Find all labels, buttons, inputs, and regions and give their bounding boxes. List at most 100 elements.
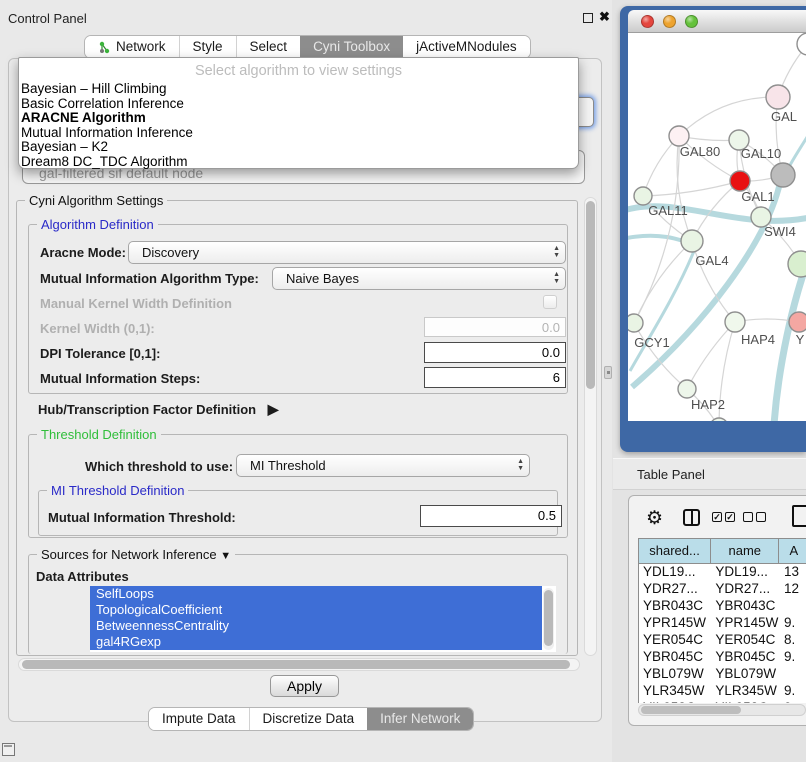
attribute-list-item[interactable]: SelfLoops: [90, 586, 542, 602]
attribute-list-item[interactable]: TopologicalCoefficient: [90, 602, 542, 618]
algorithm-dropdown-placeholder: Select algorithm to view settings: [19, 58, 578, 82]
table-row[interactable]: YDR27...YDR27...12: [639, 581, 806, 598]
minimize-window-icon[interactable]: [663, 15, 676, 28]
algorithm-option[interactable]: Mutual Information Inference: [19, 126, 578, 141]
deselect-all-icon[interactable]: [743, 512, 766, 522]
which-threshold-label: Which threshold to use:: [85, 459, 233, 474]
settings-hscroll-thumb[interactable]: [22, 660, 570, 669]
tab-infer-network[interactable]: Infer Network: [367, 708, 473, 730]
network-node-gal4[interactable]: [681, 230, 703, 252]
unchecked-box-icon: [743, 512, 753, 522]
attributes-scrollbar[interactable]: [543, 588, 554, 650]
zoom-window-icon[interactable]: [685, 15, 698, 28]
table-horizontal-scrollbar[interactable]: [638, 704, 806, 716]
network-node-gal1[interactable]: [730, 171, 750, 191]
tab-select[interactable]: Select: [236, 36, 301, 58]
network-node-y[interactable]: [789, 312, 806, 332]
table-hscroll-thumb[interactable]: [641, 706, 741, 714]
hub-definition-toggle[interactable]: Hub/Transcription Factor Definition ▶: [38, 401, 279, 418]
network-node-bigright[interactable]: [788, 251, 806, 277]
panel-title: Control Panel: [8, 11, 87, 26]
network-window-titlebar[interactable]: [628, 10, 806, 33]
table-cell: 9.: [780, 615, 806, 632]
data-attributes-list[interactable]: SelfLoopsTopologicalCoefficientBetweenne…: [90, 586, 556, 652]
gear-icon[interactable]: ⚙: [646, 507, 663, 530]
apply-button[interactable]: Apply: [270, 675, 339, 697]
network-node-gal80[interactable]: [669, 126, 689, 146]
select-all-icon[interactable]: ✓ ✓: [712, 512, 735, 522]
network-node-botnode[interactable]: [710, 418, 728, 421]
algorithm-option[interactable]: Dream8 DC_TDC Algorithm: [19, 155, 578, 170]
network-canvas[interactable]: GALGAL80GAL10GAL1GAL11SWI4GAL4GCY1HAP4YH…: [628, 33, 806, 421]
columns-icon[interactable]: [683, 509, 700, 526]
settings-vertical-scrollbar[interactable]: [584, 197, 597, 656]
tab-cyni-toolbox[interactable]: Cyni Toolbox: [300, 36, 403, 58]
expand-right-icon: ▶: [268, 401, 279, 417]
column-header-partial[interactable]: A: [779, 539, 806, 563]
network-node-ntop[interactable]: [797, 33, 806, 55]
network-node-hap4[interactable]: [725, 312, 745, 332]
dock-panel-icon[interactable]: [2, 743, 15, 756]
algorithm-definition-title: Algorithm Definition: [37, 217, 158, 232]
attribute-list-item[interactable]: gal4RGexp: [90, 634, 542, 650]
aracne-mode-combo[interactable]: Discovery ▲▼: [128, 241, 566, 264]
attributes-scrollbar-thumb[interactable]: [544, 590, 553, 646]
float-panel-icon[interactable]: [583, 13, 593, 23]
network-node-gal[interactable]: [766, 85, 790, 109]
close-window-icon[interactable]: [641, 15, 654, 28]
network-node-label: HAP4: [741, 332, 775, 347]
table-row[interactable]: YBL079WYBL079W: [639, 666, 806, 683]
network-edge[interactable]: [687, 322, 735, 389]
table-row[interactable]: YDL19...YDL19...13: [639, 564, 806, 581]
dpi-tolerance-field[interactable]: 0.0: [424, 342, 566, 363]
table-row[interactable]: YBR043CYBR043C: [639, 598, 806, 615]
network-node-gray[interactable]: [771, 163, 795, 187]
table-row[interactable]: YLR345WYLR345W9.: [639, 683, 806, 700]
tab-jactivemnodules[interactable]: jActiveMNodules: [403, 36, 530, 58]
table-row[interactable]: YBR045CYBR045C9.: [639, 649, 806, 666]
column-header-name[interactable]: name: [711, 539, 779, 563]
table-cell: YDL19...: [711, 564, 780, 581]
combo-arrows-icon: ▲▼: [517, 458, 524, 472]
network-node-label: Y: [796, 332, 805, 347]
algorithm-option[interactable]: Basic Correlation Inference: [19, 97, 578, 112]
cyni-mode-tabbar: Impute Data Discretize Data Infer Networ…: [148, 707, 474, 731]
algorithm-option[interactable]: Bayesian – Hill Climbing: [19, 82, 578, 97]
settings-horizontal-scrollbar[interactable]: [18, 658, 580, 671]
mi-steps-field[interactable]: 6: [424, 367, 566, 388]
mi-threshold-definition-title: MI Threshold Definition: [47, 483, 188, 498]
network-node-label: GCY1: [634, 335, 669, 350]
sources-group-title[interactable]: Sources for Network Inference ▼: [37, 547, 235, 562]
algorithm-option[interactable]: ARACNE Algorithm: [19, 111, 578, 126]
mi-algorithm-type-combo[interactable]: Naive Bayes ▲▼: [272, 267, 566, 290]
settings-vscroll-thumb[interactable]: [586, 201, 595, 389]
table-panel-titlebar[interactable]: Table Panel: [613, 458, 806, 490]
kernel-width-field[interactable]: 0.0: [424, 317, 566, 337]
panel-divider-handle[interactable]: [604, 366, 612, 379]
table-row[interactable]: YPR145WYPR145W9.: [639, 615, 806, 632]
attribute-list-item[interactable]: BetweennessCentrality: [90, 618, 542, 634]
tab-network[interactable]: Network: [85, 36, 179, 58]
tab-impute-data[interactable]: Impute Data: [149, 708, 249, 730]
tab-style[interactable]: Style: [179, 36, 236, 58]
network-node-gcy1[interactable]: [628, 314, 643, 332]
column-header-shared[interactable]: shared...: [639, 539, 711, 563]
network-node-hap2[interactable]: [678, 380, 696, 398]
algorithm-option[interactable]: Bayesian – K2: [19, 140, 578, 155]
network-node-label: HAP2: [691, 397, 725, 412]
table-doc-icon[interactable]: [792, 505, 806, 527]
network-edge[interactable]: [679, 97, 778, 136]
table-cell: 8.: [780, 632, 806, 649]
close-panel-icon[interactable]: ✖: [599, 9, 610, 25]
manual-kernel-width-checkbox[interactable]: [543, 295, 557, 309]
table-row[interactable]: YIL052CYIL052C9: [639, 700, 806, 703]
table-cell: 9: [780, 700, 806, 703]
mi-threshold-field[interactable]: 0.5: [420, 505, 562, 527]
tab-discretize-data[interactable]: Discretize Data: [249, 708, 368, 730]
which-threshold-combo[interactable]: MI Threshold ▲▼: [236, 454, 530, 477]
collapse-down-icon: ▼: [220, 550, 231, 562]
table-cell: YDL19...: [639, 564, 711, 581]
table-cell: YBL079W: [639, 666, 711, 683]
table-row[interactable]: YER054CYER054C8.: [639, 632, 806, 649]
mi-algorithm-type-value: Naive Bayes: [286, 271, 359, 286]
